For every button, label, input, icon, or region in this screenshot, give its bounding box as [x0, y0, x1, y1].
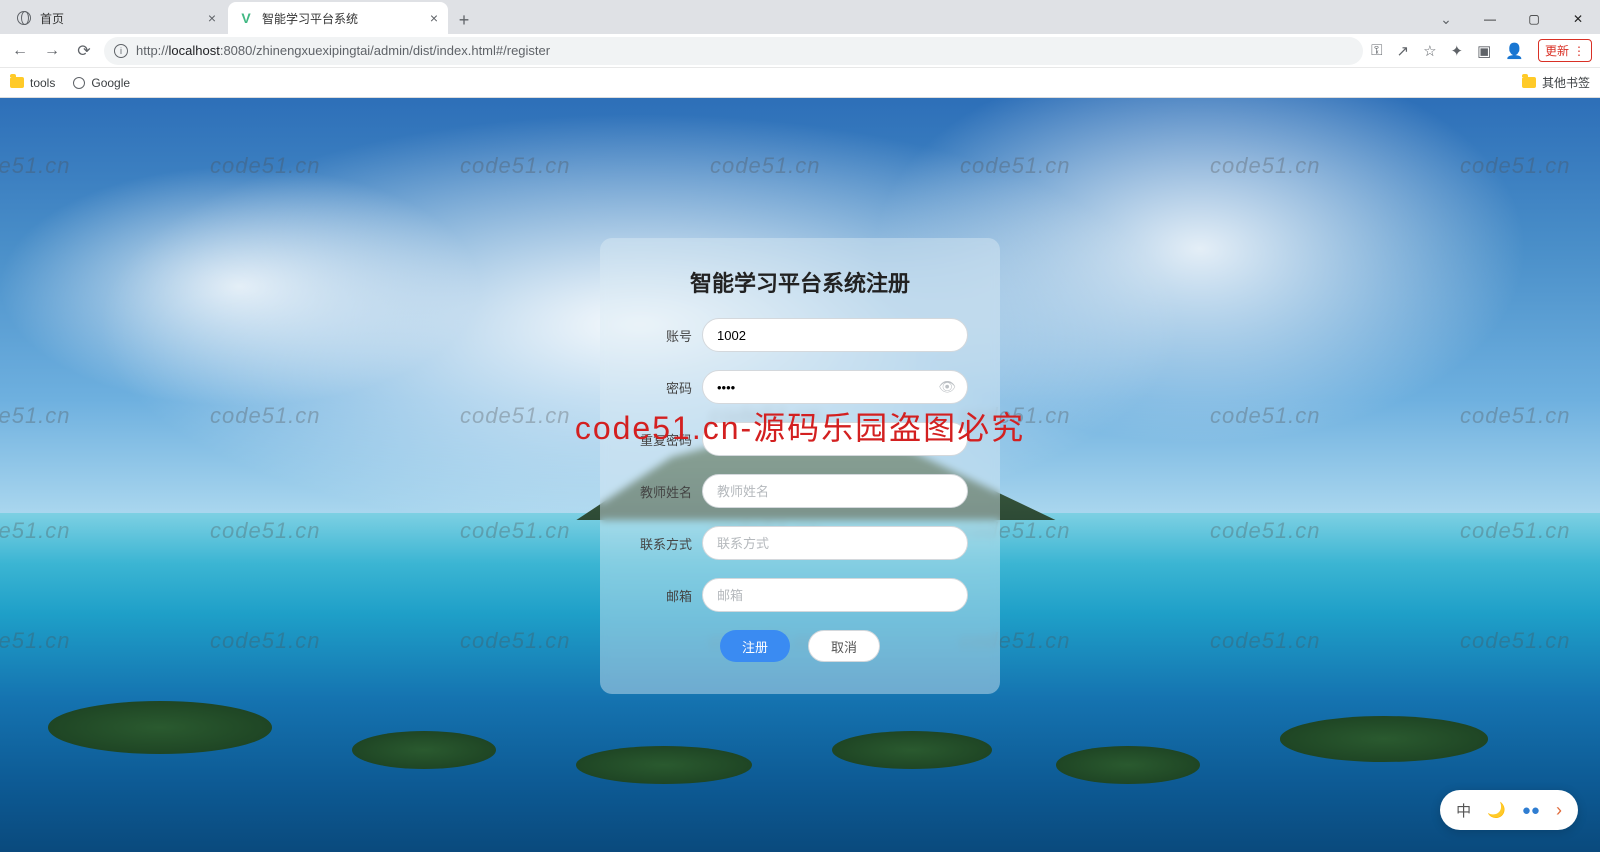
submit-button[interactable]: 注册 [720, 630, 790, 662]
close-icon[interactable]: × [430, 10, 438, 26]
tab-label: 智能学习平台系统 [262, 10, 430, 27]
email-label: 邮箱 [632, 586, 702, 605]
contact-input[interactable] [702, 526, 968, 560]
window-controls: ⌄ — ▢ ✕ [1424, 4, 1600, 34]
moon-icon[interactable]: 🌙 [1487, 801, 1506, 819]
cancel-button[interactable]: 取消 [808, 630, 880, 662]
url-text: http://localhost:8080/zhinengxuexipingta… [136, 43, 550, 58]
extension-icon[interactable]: ✦ [1451, 42, 1464, 60]
folder-icon [10, 77, 24, 88]
tab-home[interactable]: 首页 × [6, 2, 226, 34]
page-content: code51.cncode51.cncode51.cncode51.cncode… [0, 98, 1600, 852]
forward-icon[interactable]: → [40, 42, 64, 60]
bookmark-google[interactable]: Google [73, 76, 130, 90]
key-icon[interactable]: ⚿ [1371, 42, 1382, 59]
star-icon[interactable]: ☆ [1423, 42, 1436, 60]
tab-bar: 首页 × V 智能学习平台系统 × + ⌄ — ▢ ✕ [0, 0, 1600, 34]
account-input[interactable] [702, 318, 968, 352]
form-title: 智能学习平台系统注册 [632, 266, 968, 298]
watermark-overlay: code51.cn-源码乐园盗图必究 [575, 403, 1025, 449]
bookmark-tools[interactable]: tools [10, 76, 55, 90]
password-label: 密码 [632, 378, 702, 397]
globe-icon [73, 77, 85, 89]
bookmark-other[interactable]: 其他书签 [1522, 74, 1590, 91]
bookmark-bar: tools Google 其他书签 [0, 68, 1600, 98]
new-tab-button[interactable]: + [450, 6, 478, 34]
tab-dropdown-icon[interactable]: ⌄ [1424, 4, 1468, 34]
tab-label: 首页 [40, 10, 208, 27]
profile-icon[interactable]: 👤 [1505, 42, 1524, 60]
globe-icon [16, 10, 32, 26]
eye-icon[interactable]: 👁 [938, 379, 956, 396]
info-icon[interactable]: i [114, 44, 128, 58]
float-toolbar: 中 🌙 ●● › [1440, 790, 1578, 830]
account-label: 账号 [632, 326, 702, 345]
browser-chrome: 首页 × V 智能学习平台系统 × + ⌄ — ▢ ✕ ← → ⟳ i http… [0, 0, 1600, 98]
tab-app[interactable]: V 智能学习平台系统 × [228, 2, 448, 34]
folder-icon [1522, 77, 1536, 88]
lang-button[interactable]: 中 [1456, 800, 1471, 821]
dots-icon[interactable]: ●● [1522, 802, 1540, 819]
email-input[interactable] [702, 578, 968, 612]
close-icon[interactable]: × [208, 10, 216, 26]
address-bar: ← → ⟳ i http://localhost:8080/zhinengxue… [0, 34, 1600, 68]
contact-label: 联系方式 [632, 534, 702, 553]
password-input[interactable] [702, 370, 968, 404]
vue-icon: V [238, 10, 254, 26]
sidepanel-icon[interactable]: ▣ [1477, 42, 1491, 60]
back-icon[interactable]: ← [8, 42, 32, 60]
reload-icon[interactable]: ⟳ [72, 41, 96, 61]
minimize-button[interactable]: — [1468, 4, 1512, 34]
arrow-icon[interactable]: › [1556, 800, 1562, 821]
update-button[interactable]: 更新 ⋮ [1538, 39, 1592, 62]
teacher-input[interactable] [702, 474, 968, 508]
maximize-button[interactable]: ▢ [1512, 4, 1556, 34]
url-input[interactable]: i http://localhost:8080/zhinengxuexiping… [104, 37, 1363, 65]
share-icon[interactable]: ↗ [1397, 42, 1410, 60]
register-card: 智能学习平台系统注册 账号 密码 👁 重复密码 教师姓名 联系方式 邮箱 [600, 238, 1000, 694]
teacher-label: 教师姓名 [632, 482, 702, 501]
close-window-button[interactable]: ✕ [1556, 4, 1600, 34]
